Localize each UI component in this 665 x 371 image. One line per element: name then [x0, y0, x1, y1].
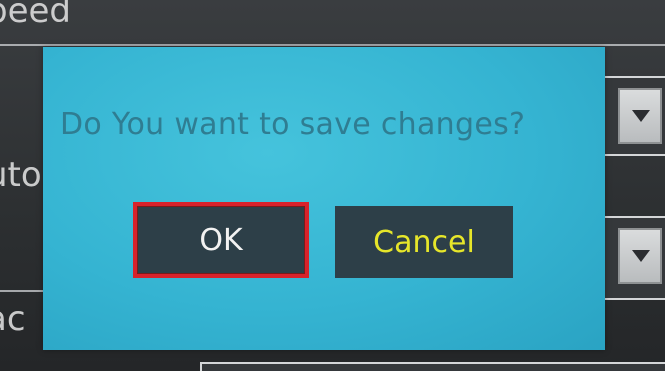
background-divider-bottom [0, 290, 43, 292]
cancel-button[interactable]: Cancel [335, 206, 513, 278]
background-field-3 [200, 362, 665, 371]
save-changes-dialog: Do You want to save changes? OK Cancel [43, 47, 605, 350]
background-divider [0, 44, 665, 46]
triangle-down-icon [632, 110, 650, 122]
ok-button[interactable]: OK [133, 202, 309, 278]
screen: peed uto ac Do You want to save changes?… [0, 0, 665, 371]
dropdown-button-2[interactable] [618, 228, 662, 284]
background-label-speed: peed [0, 0, 71, 31]
dialog-message: Do You want to save changes? [60, 107, 526, 142]
dropdown-button-1[interactable] [618, 88, 662, 144]
background-label-bottom: ac [0, 299, 26, 339]
triangle-down-icon [632, 250, 650, 262]
background-label-auto: uto [0, 155, 42, 195]
